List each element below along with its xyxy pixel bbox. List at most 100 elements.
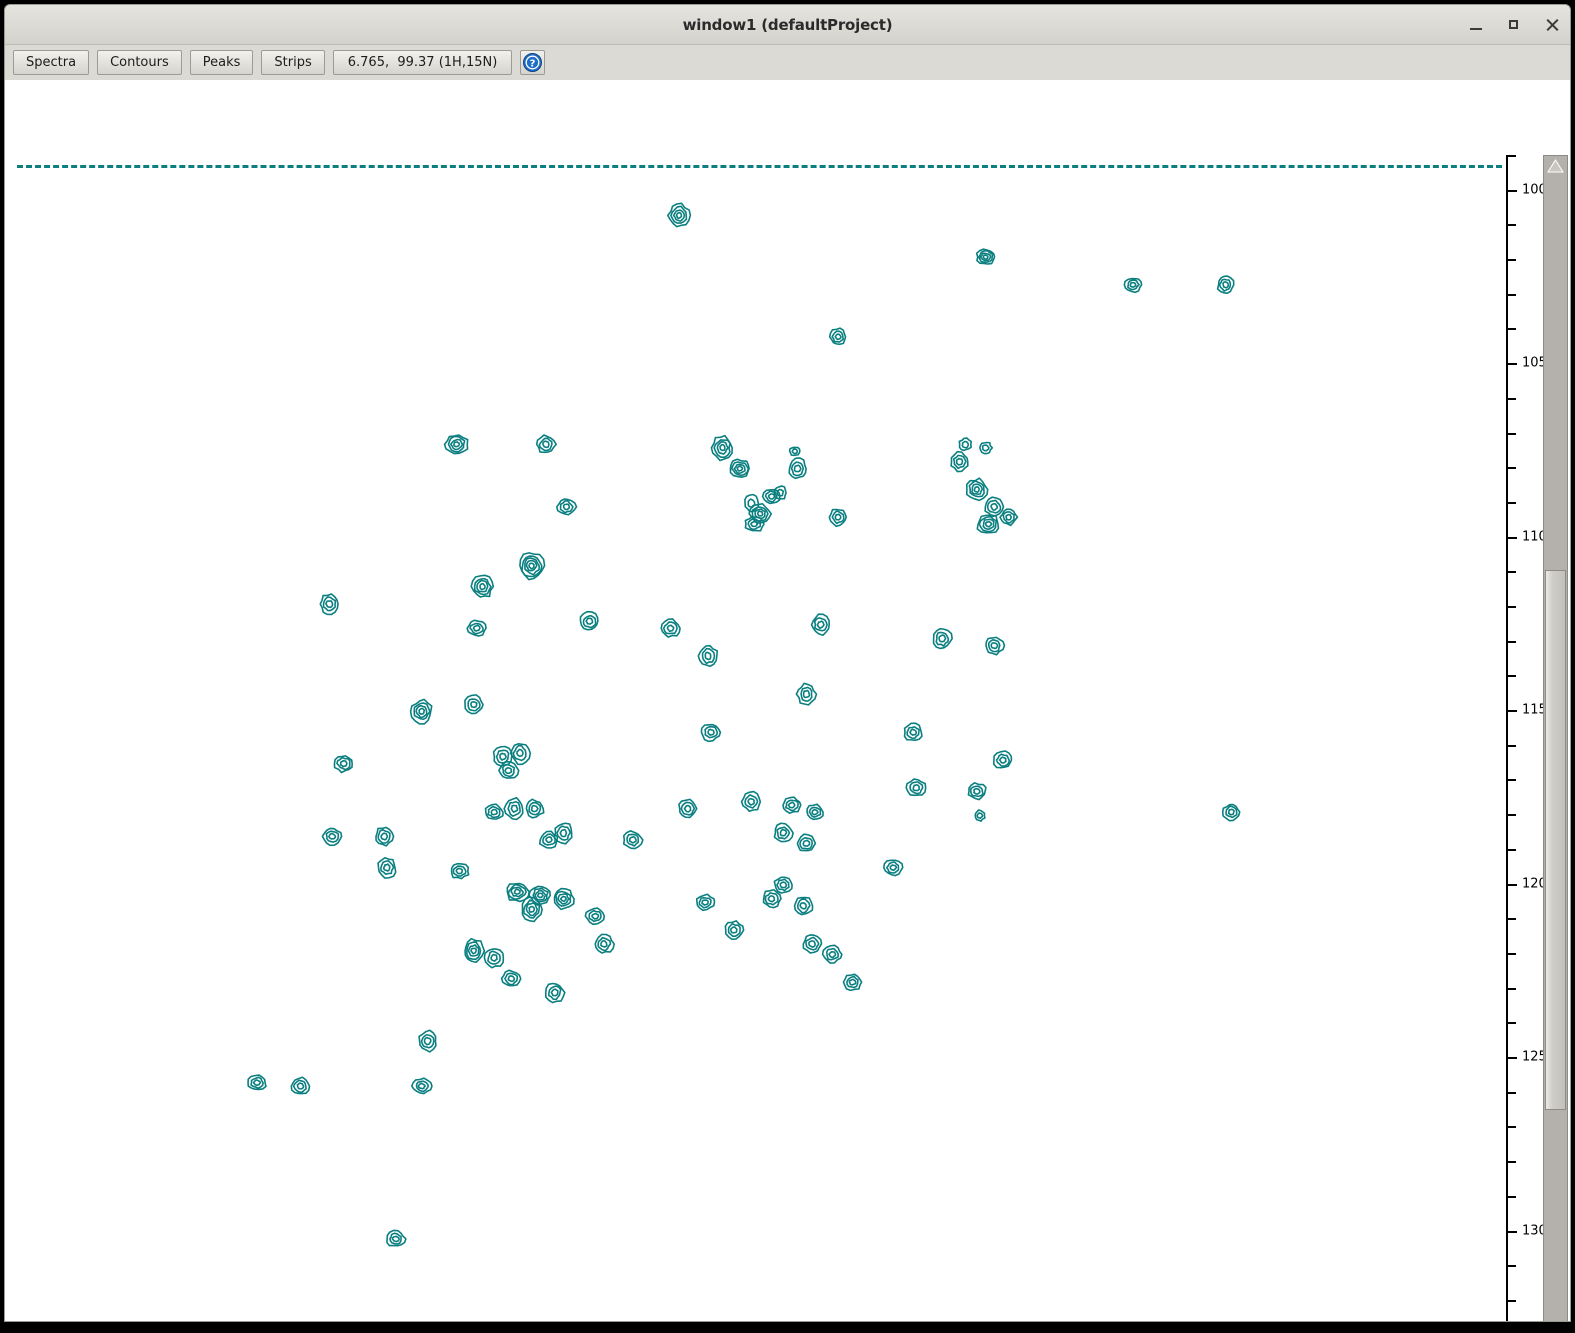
- contour-peak[interactable]: [450, 862, 470, 880]
- window-title: window1 (defaultProject): [682, 16, 893, 34]
- contour-peak[interactable]: [782, 796, 802, 814]
- vertical-scrollbar[interactable]: [1543, 155, 1568, 1321]
- contour-peak[interactable]: [976, 514, 1000, 534]
- contour-peak[interactable]: [697, 644, 719, 668]
- contour-peak[interactable]: [965, 477, 989, 502]
- close-icon[interactable]: [1544, 17, 1560, 33]
- contour-peak[interactable]: [744, 515, 765, 532]
- contour-peak[interactable]: [666, 202, 692, 228]
- contour-peak[interactable]: [544, 982, 566, 1004]
- contour-peak[interactable]: [509, 743, 532, 766]
- contour-peak[interactable]: [443, 434, 469, 455]
- vertical-scrollbar-thumb[interactable]: [1545, 570, 1566, 1110]
- contours-button[interactable]: Contours: [97, 50, 182, 75]
- contour-peak[interactable]: [810, 613, 830, 637]
- contour-peak[interactable]: [950, 450, 969, 473]
- y-axis-minor-tick: [1508, 1195, 1516, 1198]
- contour-peak[interactable]: [999, 508, 1019, 527]
- contour-peak[interactable]: [788, 446, 801, 457]
- contour-canvas[interactable]: [17, 87, 1506, 1277]
- contour-peak[interactable]: [660, 618, 681, 638]
- contour-peak[interactable]: [409, 698, 433, 725]
- contour-peak[interactable]: [806, 803, 824, 821]
- contour-peak[interactable]: [828, 508, 848, 528]
- contour-peak[interactable]: [464, 694, 484, 715]
- contour-peak[interactable]: [556, 498, 578, 516]
- strips-button[interactable]: Strips: [261, 50, 325, 75]
- contour-peak[interactable]: [622, 830, 644, 850]
- contour-peak[interactable]: [974, 809, 986, 822]
- contour-peak[interactable]: [319, 593, 339, 616]
- contour-peak[interactable]: [290, 1076, 311, 1095]
- contour-peak[interactable]: [985, 636, 1006, 656]
- contour-peak[interactable]: [519, 552, 546, 581]
- contour-peak[interactable]: [470, 574, 495, 598]
- contour-peak[interactable]: [375, 826, 395, 847]
- contour-peak[interactable]: [967, 782, 987, 801]
- contour-peak[interactable]: [905, 778, 927, 797]
- contour-peak[interactable]: [333, 755, 353, 774]
- contour-peak[interactable]: [802, 934, 823, 954]
- contour-peak[interactable]: [762, 888, 782, 909]
- contour-peak[interactable]: [695, 893, 716, 912]
- contour-peak[interactable]: [484, 803, 504, 820]
- contour-peak[interactable]: [984, 496, 1005, 518]
- contour-peak[interactable]: [992, 750, 1013, 769]
- contour-peak[interactable]: [748, 502, 773, 524]
- contour-peak[interactable]: [535, 434, 557, 454]
- y-axis-ruler[interactable]: 100 105 110 115 120 125 130: [1506, 155, 1547, 1321]
- contour-peak[interactable]: [247, 1074, 267, 1091]
- contour-peak[interactable]: [788, 457, 807, 480]
- peaks-button[interactable]: Peaks: [189, 50, 254, 75]
- contour-peak[interactable]: [729, 458, 750, 478]
- contour-peak[interactable]: [724, 920, 745, 941]
- contour-peak[interactable]: [594, 933, 615, 954]
- contour-peak[interactable]: [553, 822, 573, 845]
- contour-peak[interactable]: [932, 627, 953, 650]
- contour-peak[interactable]: [740, 790, 762, 812]
- contour-peak[interactable]: [321, 827, 343, 847]
- contour-peak[interactable]: [796, 833, 817, 852]
- contour-peak[interactable]: [553, 887, 575, 911]
- contour-peak[interactable]: [500, 969, 522, 987]
- contour-peak[interactable]: [821, 944, 843, 964]
- contour-peak[interactable]: [710, 434, 733, 462]
- contour-peak[interactable]: [828, 327, 847, 346]
- help-button[interactable]: ?: [520, 50, 546, 75]
- contour-peak[interactable]: [483, 948, 505, 969]
- contour-peak[interactable]: [377, 856, 397, 879]
- contour-peak[interactable]: [525, 798, 545, 819]
- contour-peak[interactable]: [386, 1229, 407, 1247]
- contour-peak[interactable]: [903, 722, 923, 742]
- contour-peak[interactable]: [584, 907, 606, 926]
- contour-peak[interactable]: [579, 610, 599, 631]
- contour-peak[interactable]: [979, 441, 994, 455]
- contour-peak[interactable]: [700, 723, 722, 743]
- contour-peak[interactable]: [492, 745, 513, 767]
- contour-peak[interactable]: [773, 822, 794, 843]
- spectra-button[interactable]: Spectra: [13, 50, 90, 75]
- contour-peak[interactable]: [744, 493, 760, 513]
- contour-peak[interactable]: [503, 796, 524, 821]
- contour-peak[interactable]: [528, 885, 552, 906]
- contour-peak[interactable]: [793, 896, 814, 916]
- contour-peak[interactable]: [795, 682, 818, 706]
- contour-peak[interactable]: [883, 859, 904, 877]
- contour-peak[interactable]: [1216, 275, 1235, 294]
- contour-peak[interactable]: [1123, 277, 1143, 294]
- contour-peak[interactable]: [410, 1077, 433, 1095]
- contour-peak[interactable]: [466, 619, 487, 637]
- contour-peak[interactable]: [773, 876, 793, 894]
- contour-peak[interactable]: [418, 1029, 437, 1053]
- scroll-up-arrow-icon[interactable]: [1546, 158, 1565, 174]
- contour-peak[interactable]: [678, 798, 698, 819]
- contour-peak[interactable]: [1221, 803, 1241, 822]
- contour-peak[interactable]: [975, 248, 996, 265]
- contour-ring: [487, 805, 501, 819]
- contour-plot-area[interactable]: [17, 87, 1506, 1277]
- maximize-icon[interactable]: [1506, 17, 1522, 33]
- contour-peak[interactable]: [464, 937, 486, 964]
- contour-peak[interactable]: [958, 437, 973, 452]
- minimize-icon[interactable]: [1468, 17, 1484, 33]
- contour-peak[interactable]: [842, 973, 863, 992]
